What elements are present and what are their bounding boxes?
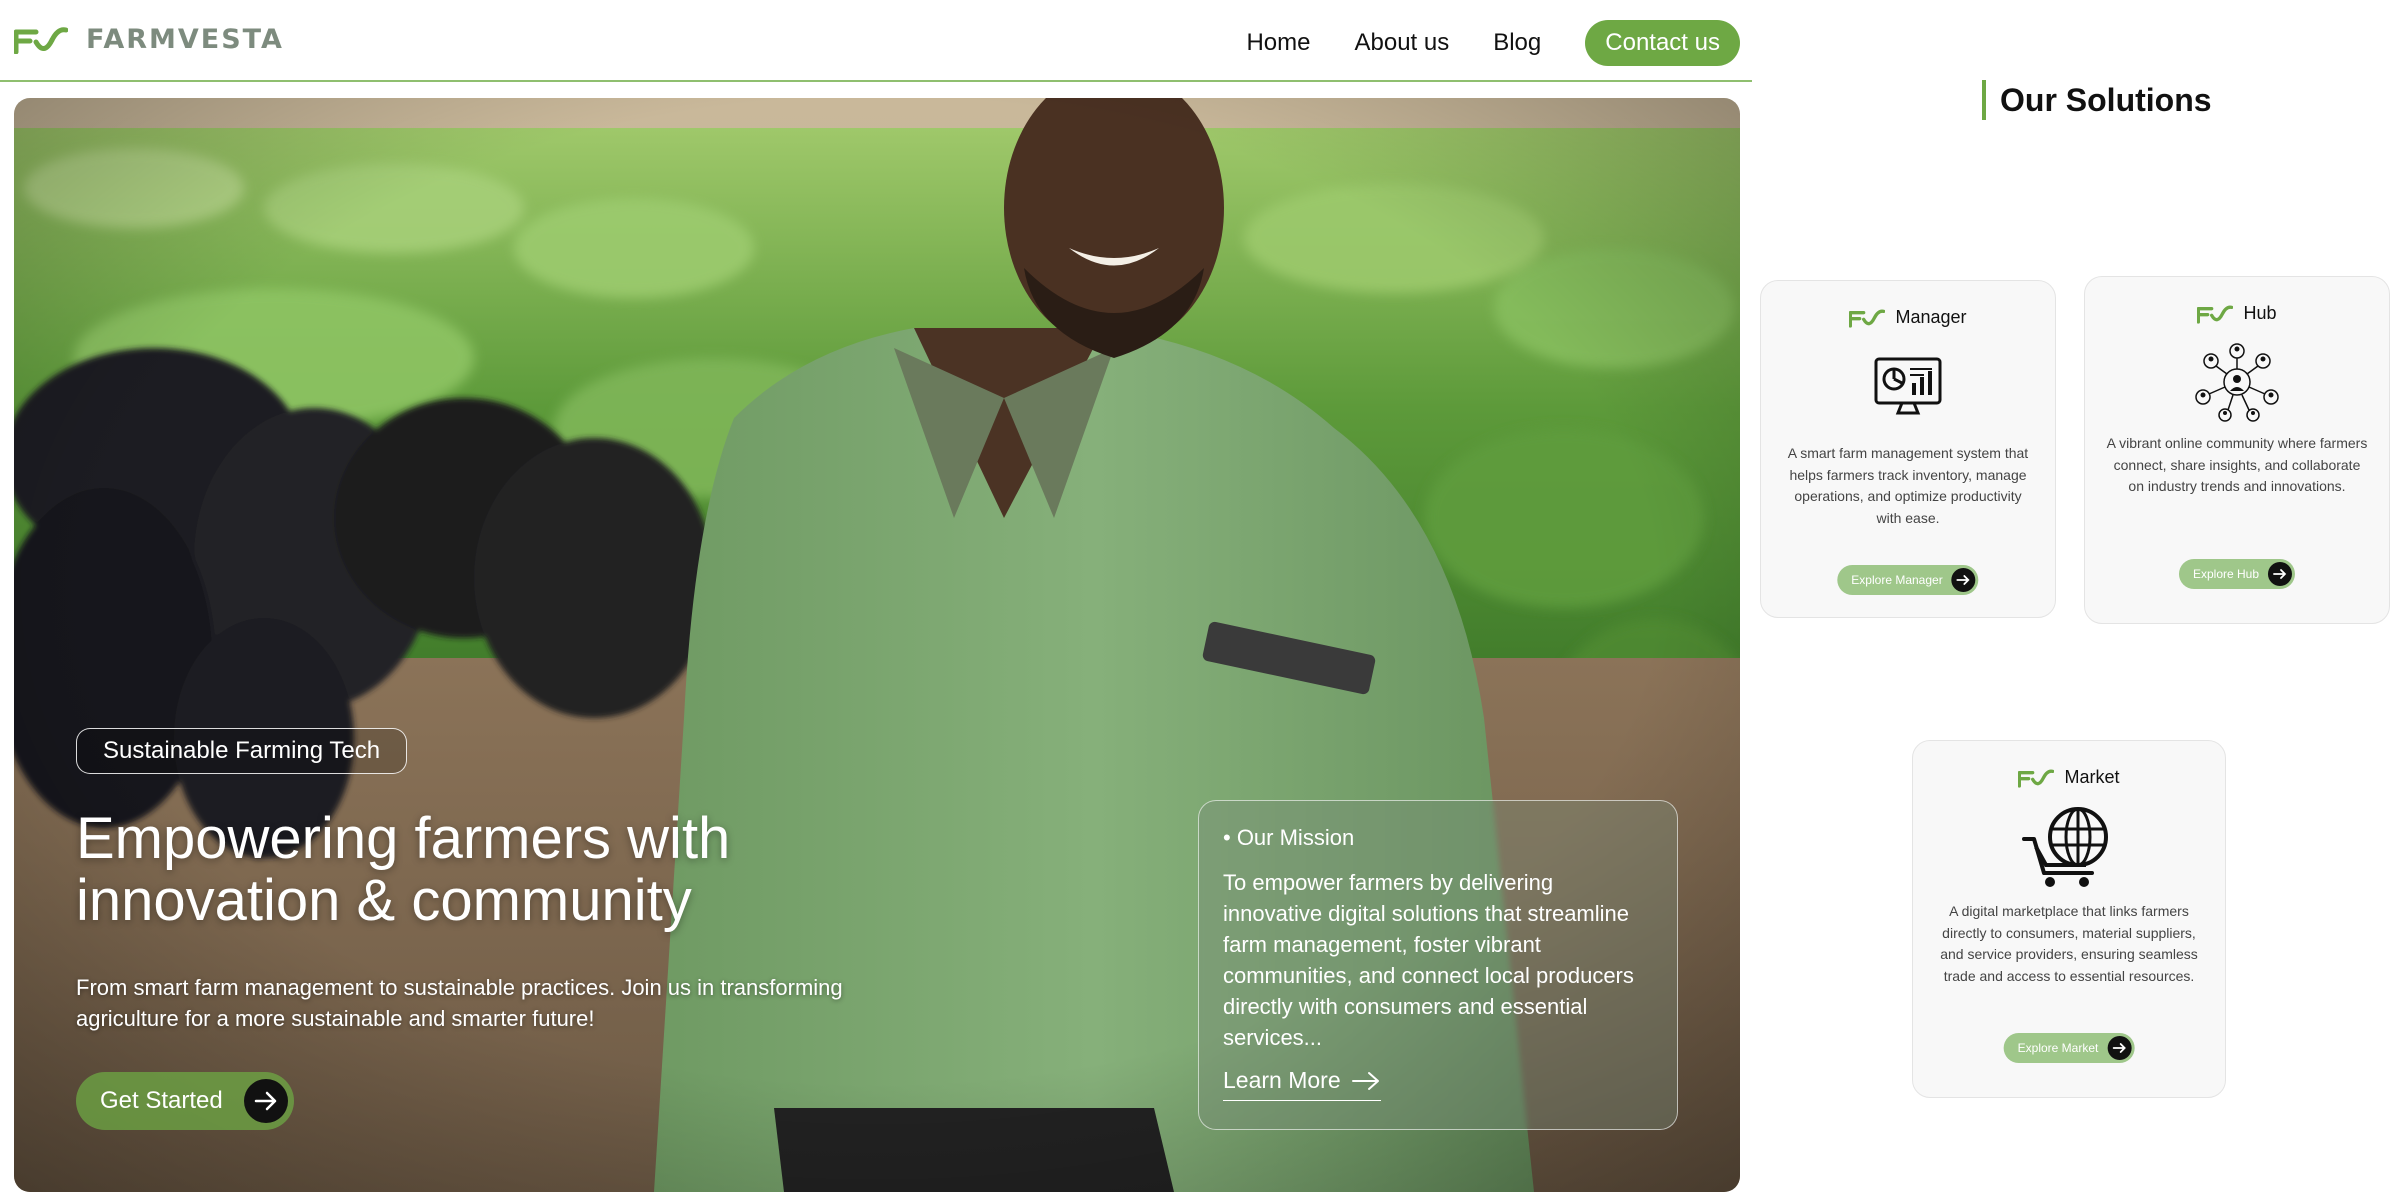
- community-network-icon: [2195, 343, 2279, 422]
- hero-title-line-2: innovation & community: [76, 868, 692, 933]
- farmvesta-logo-icon: [2197, 304, 2234, 324]
- solution-card-manager: Manager A smart farm management system t…: [1760, 280, 2056, 618]
- nav-about-us[interactable]: About us: [1354, 29, 1449, 57]
- contact-us-button[interactable]: Contact us: [1585, 20, 1740, 66]
- mission-title: • Our Mission: [1223, 825, 1355, 850]
- farmvesta-logo-icon: [1849, 308, 1886, 328]
- explore-market-label: Explore Market: [2017, 1041, 2099, 1055]
- solution-card-hub: Hub A vibrant online community where far…: [2084, 276, 2390, 624]
- explore-market-button[interactable]: Explore Market: [2003, 1033, 2135, 1063]
- heading-accent-bar: [1982, 80, 1986, 120]
- explore-manager-label: Explore Manager: [1851, 573, 1943, 587]
- card-header: Hub: [2085, 303, 2389, 324]
- dashboard-monitor-icon: [1874, 357, 1942, 415]
- main-nav: Home About us Blog Contact us: [1246, 20, 1740, 66]
- card-name: Market: [2064, 767, 2120, 787]
- explore-hub-label: Explore Hub: [2192, 567, 2260, 581]
- mission-text: To empower farmers by delivering innovat…: [1223, 870, 1634, 1050]
- solutions-heading: Our Solutions: [1982, 80, 2212, 120]
- globe-cart-icon: [2022, 807, 2108, 887]
- card-header: Market: [1913, 767, 2225, 788]
- card-header: Manager: [1761, 307, 2055, 328]
- farmvesta-logo-icon: [2018, 768, 2055, 788]
- brand-name: FARMVESTA: [86, 24, 284, 55]
- learn-more-label: Learn More: [1223, 1067, 1341, 1093]
- hero-title-line-1: Empowering farmers with: [76, 806, 731, 871]
- hero-tag-badge: Sustainable Farming Tech: [76, 728, 408, 774]
- arrow-right-icon: [1951, 568, 1976, 592]
- explore-hub-button[interactable]: Explore Hub: [2178, 559, 2296, 589]
- farmvesta-logo-icon: [14, 26, 68, 54]
- card-description: A smart farm management system that help…: [1787, 445, 2029, 526]
- solutions-title: Our Solutions: [2000, 81, 2212, 118]
- mission-card: • Our Mission To empower farmers by deli…: [1198, 800, 1678, 1130]
- learn-more-link[interactable]: Learn More: [1223, 1067, 1381, 1101]
- arrow-right-icon: [2268, 562, 2293, 586]
- card-description: A vibrant online community where farmers…: [2106, 435, 2368, 494]
- explore-manager-button[interactable]: Explore Manager: [1837, 565, 1979, 595]
- hero-title: Empowering farmers with innovation & com…: [76, 808, 916, 932]
- nav-home[interactable]: Home: [1246, 29, 1310, 57]
- card-name: Hub: [2243, 303, 2277, 323]
- nav-blog[interactable]: Blog: [1493, 29, 1541, 57]
- arrow-right-icon: [2107, 1036, 2132, 1060]
- card-description: A digital marketplace that links farmers…: [1940, 903, 2198, 984]
- hero-section: Sustainable Farming Tech Empowering farm…: [14, 98, 1740, 1192]
- brand-logo[interactable]: FARMVESTA: [14, 24, 284, 55]
- arrow-right-icon: [1351, 1071, 1379, 1090]
- arrow-right-icon: [244, 1079, 288, 1123]
- card-name: Manager: [1895, 307, 1967, 327]
- hero-subtitle: From smart farm management to sustainabl…: [76, 975, 843, 1031]
- get-started-button[interactable]: Get Started: [76, 1072, 294, 1130]
- solution-card-market: Market A digital marketplace that links …: [1912, 740, 2226, 1098]
- site-header: FARMVESTA Home About us Blog Contact us: [0, 0, 1752, 82]
- get-started-label: Get Started: [100, 1087, 223, 1114]
